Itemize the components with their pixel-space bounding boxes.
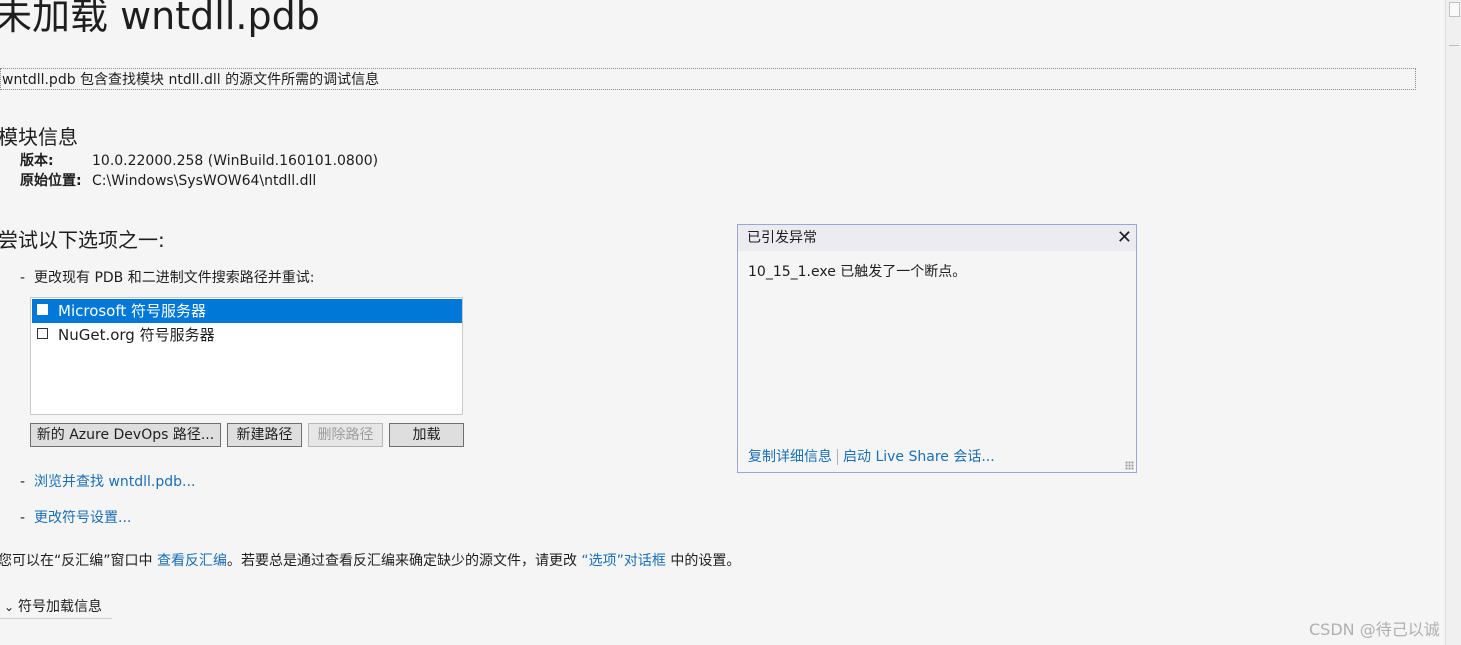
version-label: 版本: [20, 153, 54, 169]
copy-details-link[interactable]: 复制详细信息 [748, 449, 832, 465]
checkbox-icon[interactable] [37, 304, 48, 315]
exception-message: 10_15_1.exe 已触发了一个断点。 [748, 264, 967, 280]
list-item-microsoft-symbol-server[interactable]: Microsoft 符号服务器 [32, 299, 462, 323]
change-symbol-settings-link[interactable]: 更改符号设置... [34, 510, 131, 526]
hint-middle: 。若要总是通过查看反汇编来确定缺少的源文件，请更改 [226, 553, 582, 569]
exception-popup: 已引发异常 ✕ 10_15_1.exe 已触发了一个断点。 复制详细信息 启动 L… [737, 224, 1137, 473]
new-path-button[interactable]: 新建路径 [227, 423, 302, 447]
hint-prefix: 您可以在“反汇编”窗口中 [0, 553, 157, 569]
options-dialog-link[interactable]: “选项”对话框 [581, 553, 666, 569]
version-row: 版本: [20, 151, 54, 171]
checkbox-icon[interactable] [37, 328, 48, 339]
symbol-load-info-toggle[interactable]: ⌄ 符号加载信息 [4, 596, 102, 616]
watermark: CSDN @待己以诚 [1309, 620, 1440, 639]
module-info-heading: 模块信息 [0, 125, 78, 149]
location-row: 原始位置: [20, 171, 82, 191]
page-title: 未加载 wntdll.pdb [0, 0, 320, 38]
browse-item: - 浏览并查找 wntdll.pdb... [20, 471, 195, 491]
scrollbar-marker [1449, 45, 1459, 46]
chevron-down-icon: ⌄ [4, 600, 15, 614]
link-separator [837, 449, 838, 465]
list-item-label: NuGet.org 符号服务器 [58, 326, 215, 344]
change-paths-item: - 更改现有 PDB 和二进制文件搜索路径并重试: [20, 267, 314, 287]
start-live-share-link[interactable]: 启动 Live Share 会话... [843, 449, 995, 465]
change-paths-text: 更改现有 PDB 和二进制文件搜索路径并重试: [34, 270, 315, 286]
location-label: 原始位置: [20, 173, 82, 189]
vertical-scrollbar[interactable] [1445, 0, 1461, 645]
pdb-description: wntdll.pdb 包含查找模块 ntdll.dll 的源文件所需的调试信息 [0, 68, 1416, 90]
options-heading: 尝试以下选项之一: [0, 228, 165, 252]
bullet-dash: - [20, 474, 26, 490]
disassembly-hint: 您可以在“反汇编”窗口中 查看反汇编。若要总是通过查看反汇编来确定缺少的源文件，… [0, 550, 740, 570]
browse-pdb-link[interactable]: 浏览并查找 wntdll.pdb... [34, 474, 195, 490]
new-azure-devops-path-button[interactable]: 新的 Azure DevOps 路径... [30, 423, 221, 447]
list-item-nuget-symbol-server[interactable]: NuGet.org 符号服务器 [32, 323, 462, 347]
resize-grip-icon[interactable] [1125, 461, 1134, 470]
exception-popup-links: 复制详细信息 启动 Live Share 会话... [748, 446, 995, 466]
delete-path-button[interactable]: 删除路径 [308, 423, 383, 447]
list-item-label: Microsoft 符号服务器 [58, 302, 207, 320]
section-divider [0, 618, 112, 619]
view-disassembly-link[interactable]: 查看反汇编 [157, 553, 227, 569]
hint-suffix: 中的设置。 [665, 553, 741, 569]
symbol-server-list[interactable]: Microsoft 符号服务器 NuGet.org 符号服务器 [30, 297, 463, 415]
symbol-load-info-label: 符号加载信息 [18, 599, 102, 615]
bullet-dash: - [20, 510, 26, 526]
scrollbar-thumb[interactable] [1449, 2, 1460, 17]
exception-popup-header: 已引发异常 ✕ [738, 225, 1136, 251]
version-value: 10.0.22000.258 (WinBuild.160101.0800) [92, 153, 379, 169]
location-value: C:\Windows\SysWOW64\ntdll.dll [92, 173, 317, 189]
exception-popup-title: 已引发异常 [747, 230, 817, 246]
bullet-dash: - [20, 270, 26, 286]
load-button[interactable]: 加载 [389, 423, 464, 447]
settings-item: - 更改符号设置... [20, 507, 131, 527]
close-icon[interactable]: ✕ [1117, 228, 1132, 248]
